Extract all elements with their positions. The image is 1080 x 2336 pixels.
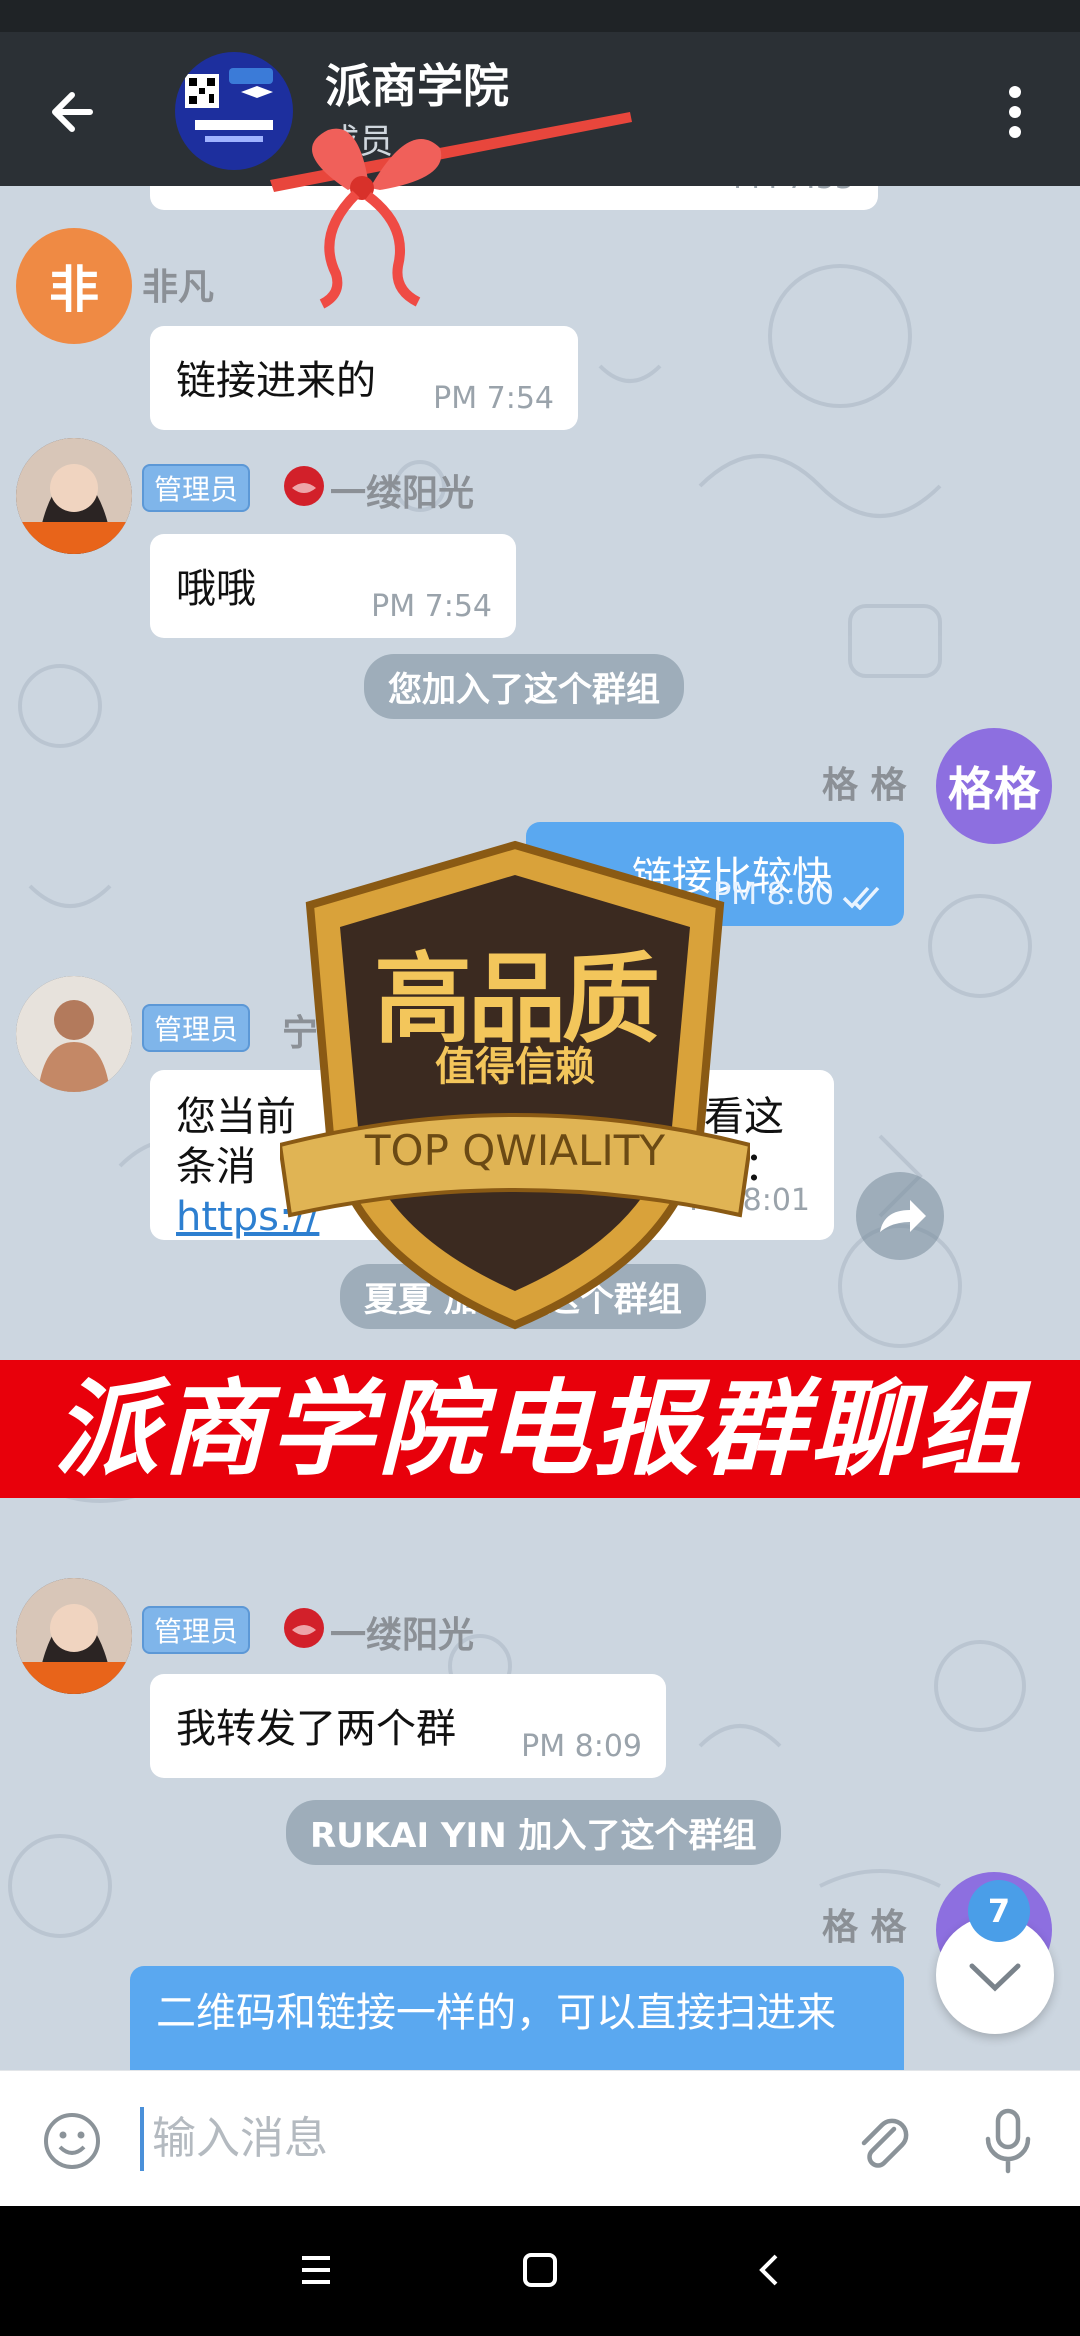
more-vertical-icon (1009, 86, 1021, 138)
user-photo-icon (16, 976, 132, 1092)
group-avatar[interactable] (175, 52, 293, 170)
sender-name[interactable]: 格 格 (822, 756, 907, 808)
message-bubble[interactable]: 哦哦 PM 7:54 (150, 534, 516, 638)
message-text: 二维码和链接一样的，可以直接扫进来 (156, 1990, 836, 2036)
message-text: 链接进来的 (176, 358, 376, 404)
user-photo-icon (16, 438, 132, 554)
avatar[interactable]: 非 (16, 228, 132, 344)
unread-count-badge: 7 (968, 1880, 1030, 1942)
message-link[interactable]: https:// (176, 1194, 319, 1240)
chat-header: 派商学院 成员 (0, 32, 1080, 186)
message-bubble[interactable]: 链接进来的 PM 7:54 (150, 326, 578, 430)
message-time: PM 7:54 (433, 381, 554, 416)
avatar[interactable] (16, 1578, 132, 1694)
admin-badge: 管理员 (142, 1606, 251, 1654)
avatar[interactable] (16, 976, 132, 1092)
status-bar (0, 0, 1080, 32)
emoji-icon[interactable] (40, 2109, 104, 2173)
share-arrow-icon (880, 1200, 926, 1232)
attachment-icon[interactable] (850, 2109, 914, 2173)
message-bubble[interactable]: 我转发了两个群 PM 8:09 (150, 1674, 666, 1778)
message-time: PM 8:01 (689, 1183, 810, 1218)
avatar[interactable]: 格格 (936, 728, 1052, 844)
message-time: PM 8:00 (713, 877, 834, 912)
sender-name[interactable]: 非凡 (142, 258, 214, 310)
message-time: PM 8:08 (521, 1441, 642, 1476)
system-message: RUKAI YIN 加入了这个群组 (286, 1800, 781, 1865)
avatar[interactable] (16, 438, 132, 554)
admin-badge: 管理员 (142, 1004, 251, 1052)
message-bubble[interactable]: 二维码不行吗？ PM 8:08 (150, 1386, 666, 1490)
arrow-left-icon (52, 92, 93, 132)
sender-name[interactable]: 格 格 (822, 1898, 907, 1950)
message-text: 哦哦 (176, 566, 256, 612)
more-menu-button[interactable] (995, 72, 1035, 152)
microphone-icon[interactable] (976, 2105, 1040, 2177)
message-text: 您当前 (176, 1094, 296, 1140)
qr-code-icon (185, 68, 273, 142)
message-text: 我转发了两个群 (176, 1706, 456, 1752)
system-message: 夏夏 加入了这个群组 (340, 1264, 706, 1329)
chat-messages[interactable]: PM 7:53 非 非凡 链接进来的 PM 7:54 管理员 一缕阳光 哦哦 P… (0, 186, 1080, 2070)
message-text: 二维码不行吗？ (176, 1418, 456, 1464)
home-icon[interactable] (520, 2250, 560, 2290)
system-nav-bar (0, 2206, 1080, 2336)
lips-icon (284, 1608, 324, 1648)
sender-name[interactable]: 一缕阳光 (330, 1606, 474, 1658)
admin-badge: 管理员 (142, 464, 251, 512)
double-check-icon (842, 886, 880, 910)
message-time: PM 7:54 (371, 589, 492, 624)
group-title: 派商学院 (325, 59, 509, 113)
message-bubble[interactable]: PM 7:53 (150, 186, 878, 210)
sender-name[interactable]: 宁 (282, 1004, 318, 1056)
sender-name[interactable]: 一缕阳光 (330, 464, 474, 516)
system-message: 您加入了这个群组 (364, 654, 684, 719)
nav-back-icon[interactable] (750, 2250, 790, 2290)
message-bubble[interactable]: …链接比较快 PM 8:00 (526, 822, 904, 926)
message-input-bar: 输入消息 (0, 2070, 1080, 2206)
message-time: PM 7:53 (733, 186, 854, 196)
back-button[interactable] (40, 77, 110, 147)
lips-icon (284, 466, 324, 506)
message-bubble[interactable]: 您当前 看这 条消 板： https:// PM 8:01 (150, 1070, 834, 1240)
user-photo-icon (16, 1578, 132, 1694)
recent-apps-icon[interactable] (296, 2250, 336, 2290)
forward-button[interactable] (856, 1172, 944, 1260)
message-input[interactable]: 输入消息 (140, 2107, 840, 2171)
member-count: 成员 (325, 122, 393, 162)
message-time: PM 8:09 (521, 1729, 642, 1764)
message-bubble[interactable]: 二维码和链接一样的，可以直接扫进来 (130, 1966, 904, 2070)
